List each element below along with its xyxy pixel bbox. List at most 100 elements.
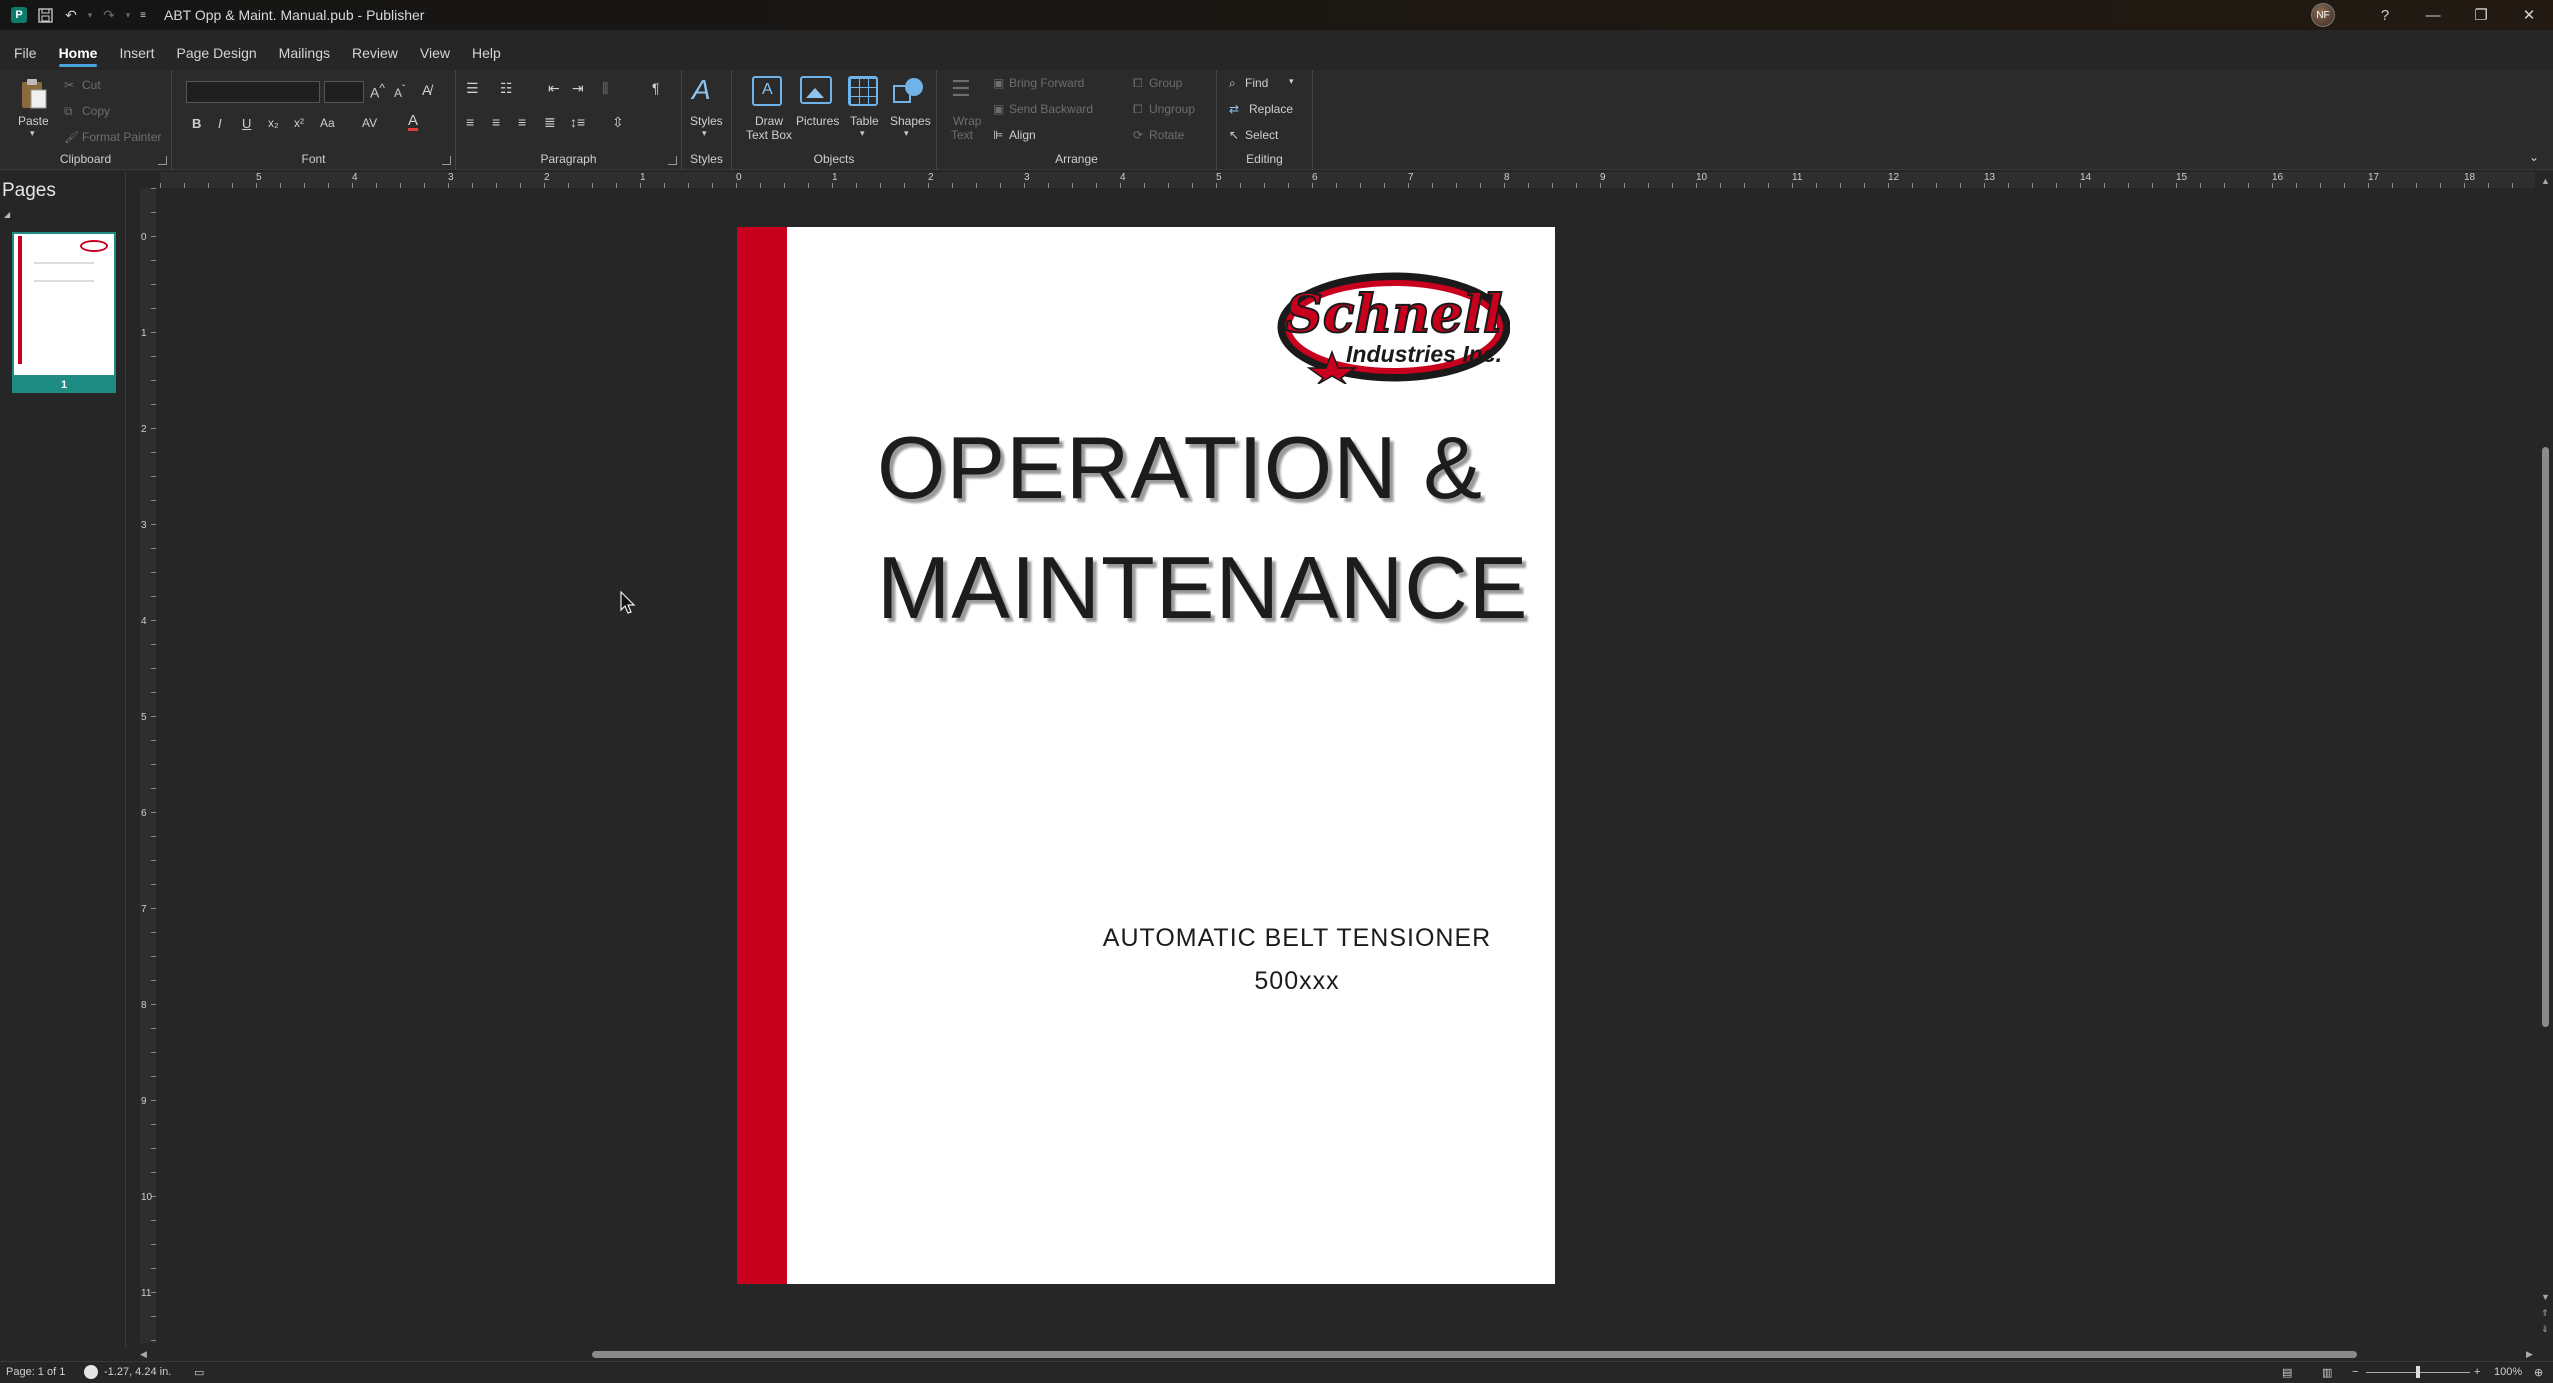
styles-dropdown-icon[interactable]: ▾ xyxy=(702,128,707,139)
show-marks-button[interactable]: ¶ xyxy=(652,80,660,96)
help-button[interactable]: ? xyxy=(2361,0,2409,30)
tab-mailings[interactable]: Mailings xyxy=(279,41,330,65)
shrink-font-icon[interactable]: Aˇ xyxy=(394,84,405,100)
tab-review[interactable]: Review xyxy=(352,41,398,65)
cut-button[interactable]: Cut xyxy=(82,78,101,92)
pages-collapse-icon[interactable]: ◢ xyxy=(4,210,10,219)
decrease-indent-icon[interactable]: ⇤ xyxy=(548,80,560,97)
undo-dropdown-icon[interactable]: ▾ xyxy=(84,2,96,28)
columns-icon[interactable]: ⫼ xyxy=(602,80,608,97)
change-case-button[interactable]: Aa xyxy=(320,116,335,130)
paragraph-launcher-icon[interactable] xyxy=(668,156,677,165)
table-icon[interactable] xyxy=(848,76,878,106)
superscript-button[interactable]: x² xyxy=(294,116,304,130)
wrap-text-icon[interactable]: ☰ xyxy=(951,76,971,102)
horizontal-scrollbar[interactable]: ◀ ▶ xyxy=(140,1347,2538,1361)
redo-icon[interactable]: ↷ xyxy=(96,2,122,28)
paste-icon[interactable] xyxy=(18,78,50,110)
vertical-scroll-thumb[interactable] xyxy=(2542,447,2549,1027)
headline-line-2[interactable]: MAINTENANCE xyxy=(877,537,1537,639)
table-dropdown-icon[interactable]: ▾ xyxy=(860,128,865,139)
italic-button[interactable]: I xyxy=(218,116,222,131)
clipboard-launcher-icon[interactable] xyxy=(158,156,167,165)
find-dropdown-icon[interactable]: ▾ xyxy=(1289,76,1294,87)
publication-page[interactable]: Schnell Industries Inc. OPERATION & MAIN… xyxy=(737,227,1555,1284)
draw-text-box-icon[interactable]: A xyxy=(752,76,782,106)
pictures-icon[interactable] xyxy=(800,76,832,104)
shapes-icon[interactable] xyxy=(892,76,926,108)
tab-page-design[interactable]: Page Design xyxy=(176,41,256,65)
bring-forward-button[interactable]: Bring Forward xyxy=(1009,76,1084,90)
font-size-combo[interactable] xyxy=(324,81,364,103)
schnell-logo[interactable]: Schnell Industries Inc. xyxy=(1274,272,1511,385)
paste-button[interactable]: Paste xyxy=(18,114,49,128)
save-icon[interactable] xyxy=(32,2,58,28)
paragraph-spacing-icon[interactable]: ⇳ xyxy=(612,114,624,131)
subscript-button[interactable]: x₂ xyxy=(268,116,279,130)
page-thumbnail-number[interactable]: 1 xyxy=(12,377,116,393)
align-right-icon[interactable]: ≡ xyxy=(518,114,526,130)
vertical-scrollbar[interactable]: ▲ ▼ ⇑ ⇓ xyxy=(2538,172,2553,1347)
minimize-button[interactable]: — xyxy=(2409,0,2457,30)
format-painter-button[interactable]: Format Painter xyxy=(82,130,161,144)
zoom-level[interactable]: 100% xyxy=(2494,1366,2522,1378)
replace-button[interactable]: Replace xyxy=(1249,102,1293,116)
next-page-icon[interactable]: ⇓ xyxy=(2541,1324,2549,1335)
clear-formatting-icon[interactable]: A̸ xyxy=(422,82,431,98)
undo-icon[interactable]: ↶ xyxy=(58,2,84,28)
scroll-down-icon[interactable]: ▼ xyxy=(2541,1292,2550,1302)
wrap-text-label-2[interactable]: Text xyxy=(951,128,973,142)
scroll-left-icon[interactable]: ◀ xyxy=(140,1349,147,1360)
font-color-icon[interactable]: A xyxy=(408,113,419,131)
draw-text-box-label-2[interactable]: Text Box xyxy=(746,128,792,142)
align-left-icon[interactable]: ≡ xyxy=(466,114,474,130)
tab-home[interactable]: Home xyxy=(58,41,97,67)
line-spacing-icon[interactable]: ↕≡ xyxy=(570,114,585,130)
model-number[interactable]: 500xxx xyxy=(1097,967,1497,996)
user-avatar[interactable]: NF xyxy=(2311,3,2335,27)
font-launcher-icon[interactable] xyxy=(442,156,451,165)
increase-indent-icon[interactable]: ⇥ xyxy=(572,80,584,97)
scroll-up-icon[interactable]: ▲ xyxy=(2541,176,2550,186)
bullets-icon[interactable]: ☰ xyxy=(466,80,479,97)
page-thumbnail[interactable] xyxy=(12,232,116,377)
previous-page-icon[interactable]: ⇑ xyxy=(2541,1308,2549,1319)
redo-dropdown-icon[interactable]: ▾ xyxy=(122,2,134,28)
tab-help[interactable]: Help xyxy=(472,41,501,65)
send-backward-button[interactable]: Send Backward xyxy=(1009,102,1093,116)
underline-button[interactable]: U xyxy=(242,116,251,131)
select-button[interactable]: Select xyxy=(1245,128,1278,142)
vertical-ruler[interactable] xyxy=(140,188,156,1343)
headline-line-1[interactable]: OPERATION & xyxy=(877,417,1537,519)
zoom-slider-thumb[interactable] xyxy=(2416,1366,2420,1378)
draw-text-box-label-1[interactable]: Draw xyxy=(755,114,783,128)
close-button[interactable]: ✕ xyxy=(2505,0,2553,30)
red-accent-bar[interactable] xyxy=(737,227,787,1284)
copy-button[interactable]: Copy xyxy=(82,104,110,118)
zoom-out-icon[interactable]: − xyxy=(2352,1366,2358,1378)
page-count-status[interactable]: Page: 1 of 1 xyxy=(6,1366,65,1378)
collapse-ribbon-icon[interactable]: ⌄ xyxy=(2529,150,2539,164)
numbering-icon[interactable]: ☷ xyxy=(500,80,513,97)
align-button[interactable]: Align xyxy=(1009,128,1036,142)
customize-qat-icon[interactable]: ≡ xyxy=(134,2,152,28)
ungroup-button[interactable]: Ungroup xyxy=(1149,102,1195,116)
scroll-right-icon[interactable]: ▶ xyxy=(2526,1349,2533,1360)
rotate-button[interactable]: Rotate xyxy=(1149,128,1184,142)
paste-dropdown-icon[interactable]: ▾ xyxy=(30,128,35,139)
single-page-view-icon[interactable]: ▤ xyxy=(2282,1366,2292,1379)
restore-button[interactable]: ❐ xyxy=(2457,0,2505,30)
zoom-in-icon[interactable]: + xyxy=(2474,1366,2480,1378)
styles-icon[interactable]: A xyxy=(692,74,711,106)
product-name[interactable]: AUTOMATIC BELT TENSIONER xyxy=(1097,924,1497,953)
styles-button[interactable]: Styles xyxy=(690,114,723,128)
font-name-combo[interactable] xyxy=(186,81,320,103)
group-button[interactable]: Group xyxy=(1149,76,1182,90)
tab-insert[interactable]: Insert xyxy=(119,41,154,65)
justify-icon[interactable]: ≣ xyxy=(544,114,556,131)
tab-file[interactable]: File xyxy=(14,41,37,65)
find-button[interactable]: Find xyxy=(1245,76,1268,90)
two-page-view-icon[interactable]: ▥ xyxy=(2322,1366,2332,1379)
shapes-button[interactable]: Shapes xyxy=(890,114,931,128)
table-button[interactable]: Table xyxy=(850,114,879,128)
